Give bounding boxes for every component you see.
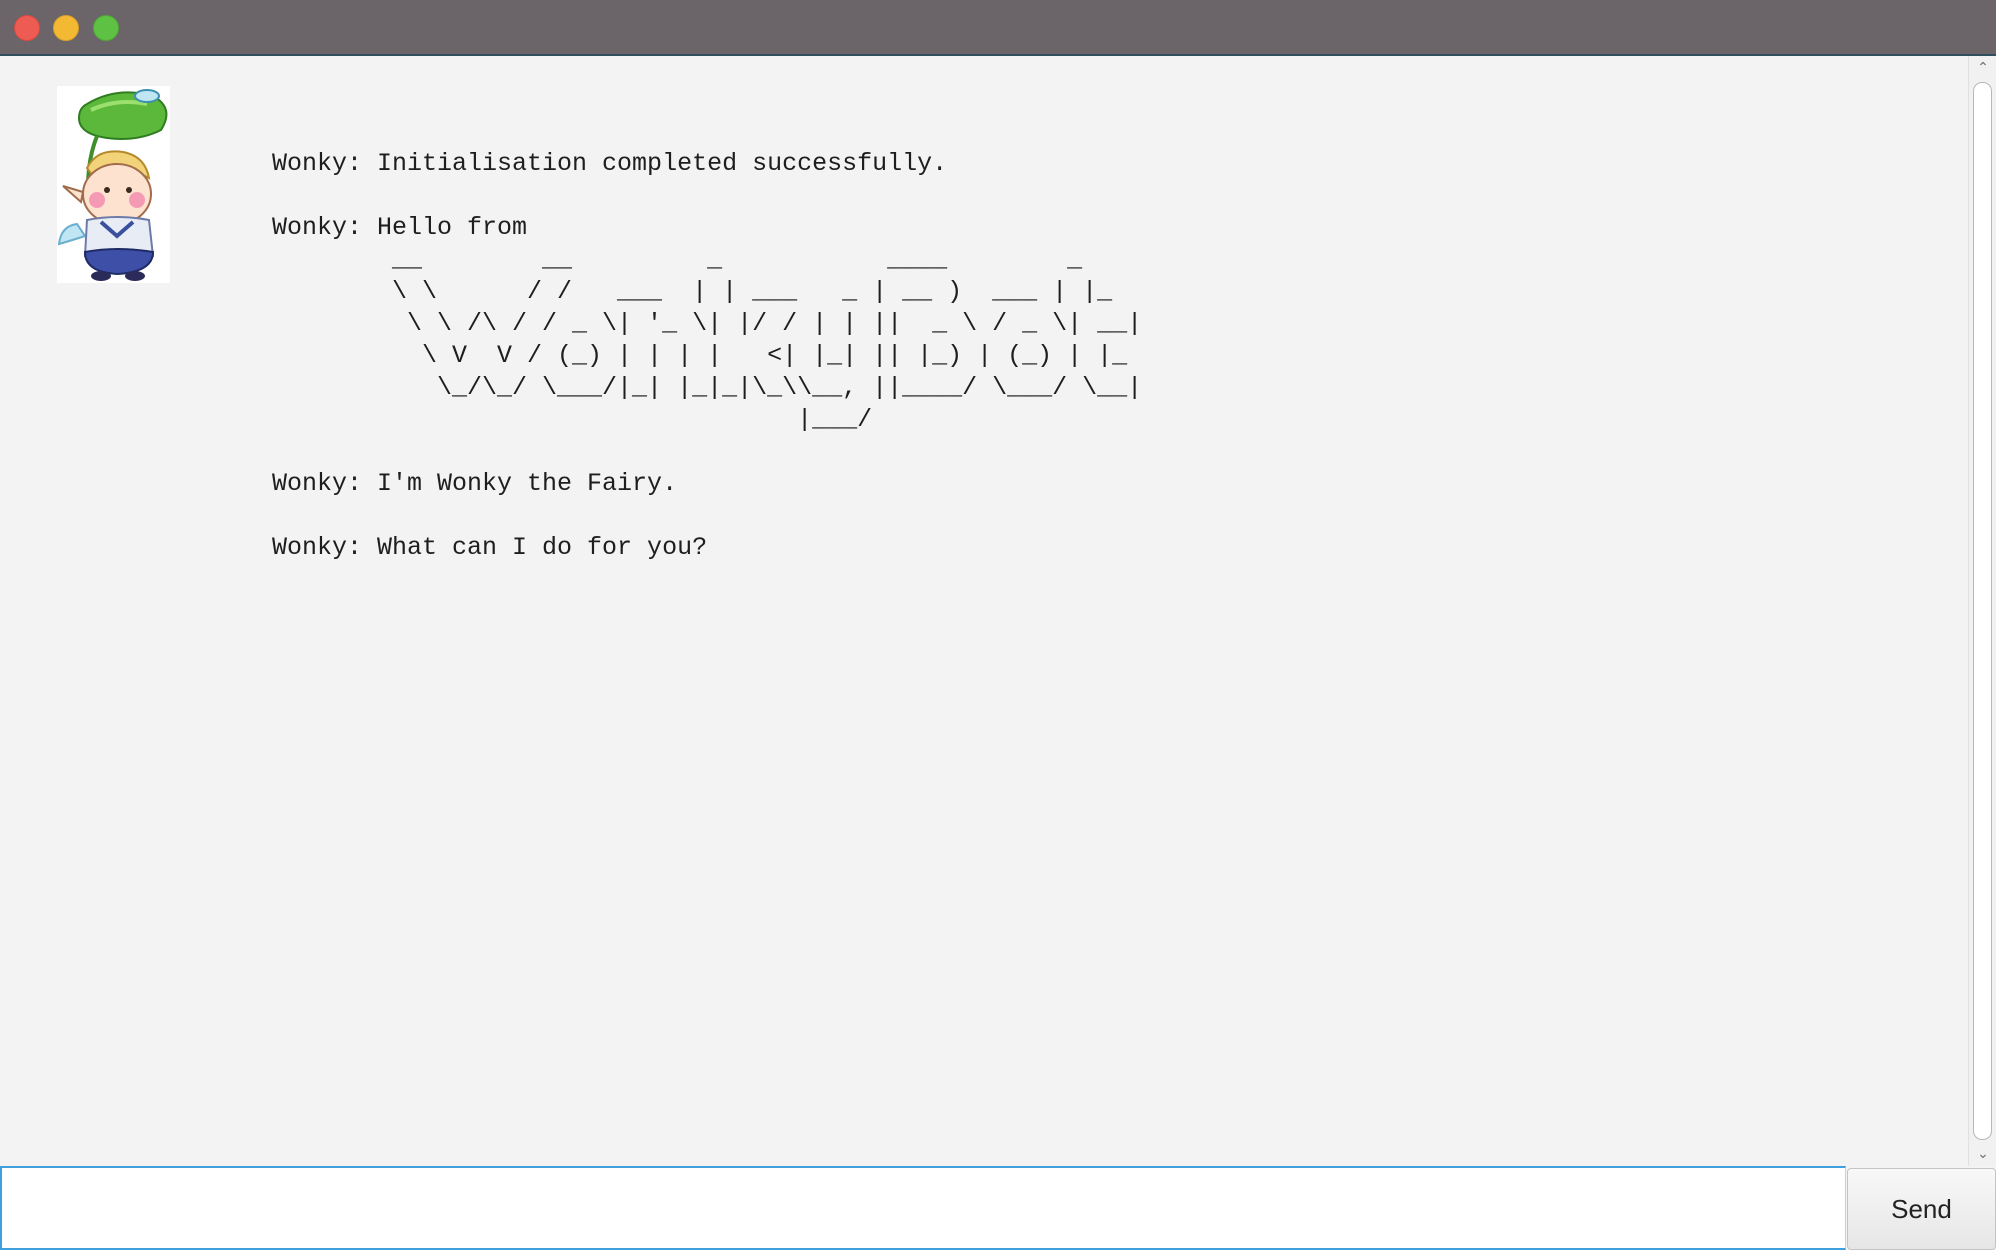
maximize-window-icon[interactable] (93, 15, 119, 41)
ascii-art-logo: __ __ _ ____ _ \ \ / / ___ | | ___ _ | _… (392, 245, 1143, 434)
fairy-avatar-icon (57, 86, 170, 283)
dialog-message: Wonky: I'm Wonky the Fairy. (272, 469, 678, 498)
close-window-icon[interactable] (14, 15, 40, 41)
dialog-message: Wonky: What can I do for you? (272, 533, 708, 562)
minimize-window-icon[interactable] (53, 15, 79, 41)
vertical-scrollbar[interactable]: ⌃ ⌄ (1968, 56, 1996, 1166)
dialog-message: Wonky: Initialisation completed successf… (272, 149, 948, 178)
dialog-messages: Wonky: Initialisation completed successf… (272, 148, 1872, 564)
dialog-container[interactable]: Wonky: Initialisation completed successf… (0, 56, 1968, 1166)
scroll-up-icon[interactable]: ⌃ (1969, 56, 1996, 80)
input-bar: Send (0, 1166, 1996, 1250)
scroll-down-icon[interactable]: ⌄ (1969, 1142, 1996, 1166)
user-message-input[interactable] (0, 1166, 1846, 1250)
app-window: Wonky: Initialisation completed successf… (0, 0, 1996, 1250)
scrollbar-thumb[interactable] (1973, 82, 1992, 1140)
dialog-message: Wonky: Hello from (272, 213, 528, 242)
send-button[interactable]: Send (1847, 1168, 1996, 1250)
title-bar (0, 0, 1996, 56)
